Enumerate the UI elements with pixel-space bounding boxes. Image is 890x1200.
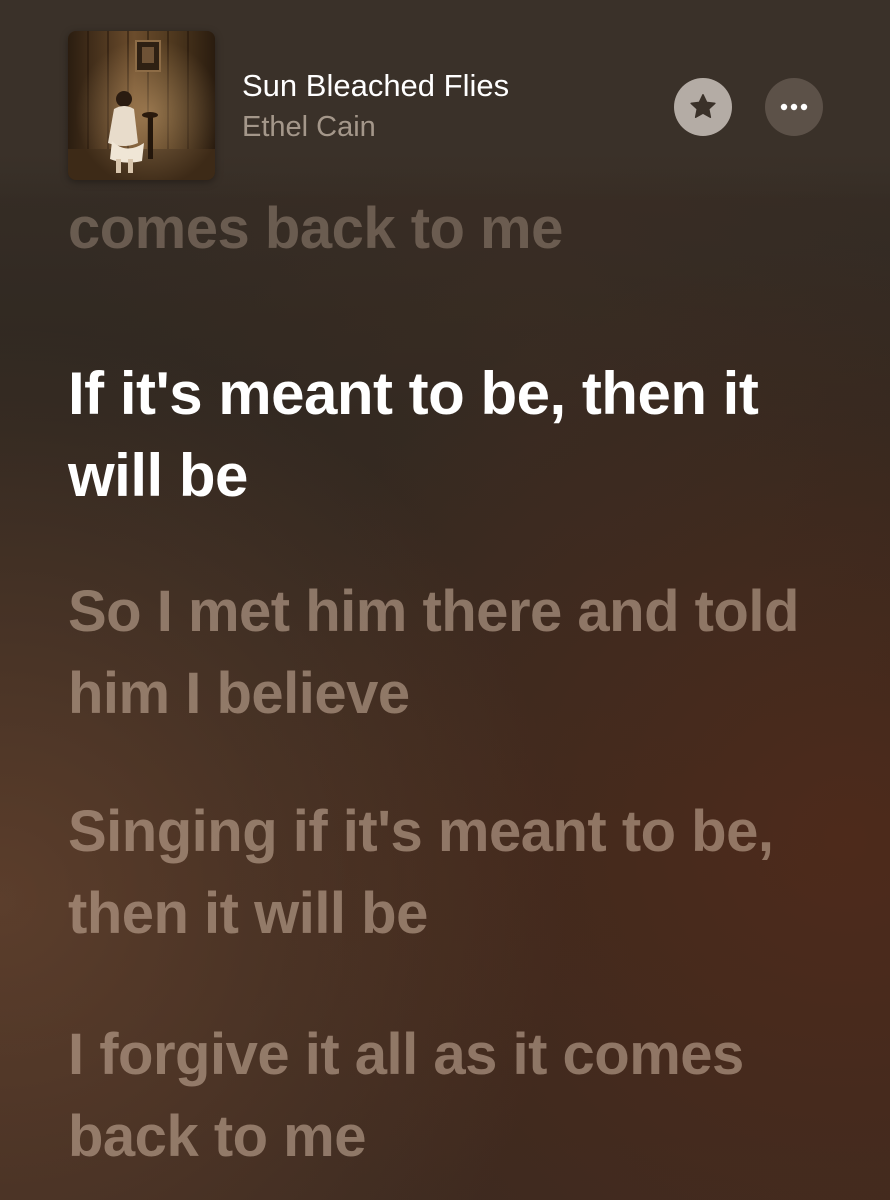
lyric-line[interactable]: comes back to me <box>68 188 848 270</box>
lyric-line[interactable]: So I met him there and told him I believ… <box>68 571 848 735</box>
star-icon <box>690 94 716 118</box>
track-artist[interactable]: Ethel Cain <box>242 111 376 144</box>
more-options-button[interactable] <box>765 78 823 136</box>
now-playing-header: Sun Bleached Flies Ethel Cain <box>0 0 890 200</box>
favorite-button[interactable] <box>674 78 732 136</box>
ellipsis-icon <box>780 103 808 111</box>
lyric-line[interactable]: Singing if it's meant to be, then it wil… <box>68 791 848 955</box>
lyric-line[interactable]: I forgive it all as it comes back to me <box>68 1014 848 1178</box>
album-artwork[interactable] <box>68 31 215 180</box>
track-title[interactable]: Sun Bleached Flies <box>242 68 509 104</box>
lyric-line-current[interactable]: If it's meant to be, then it will be <box>68 353 848 517</box>
